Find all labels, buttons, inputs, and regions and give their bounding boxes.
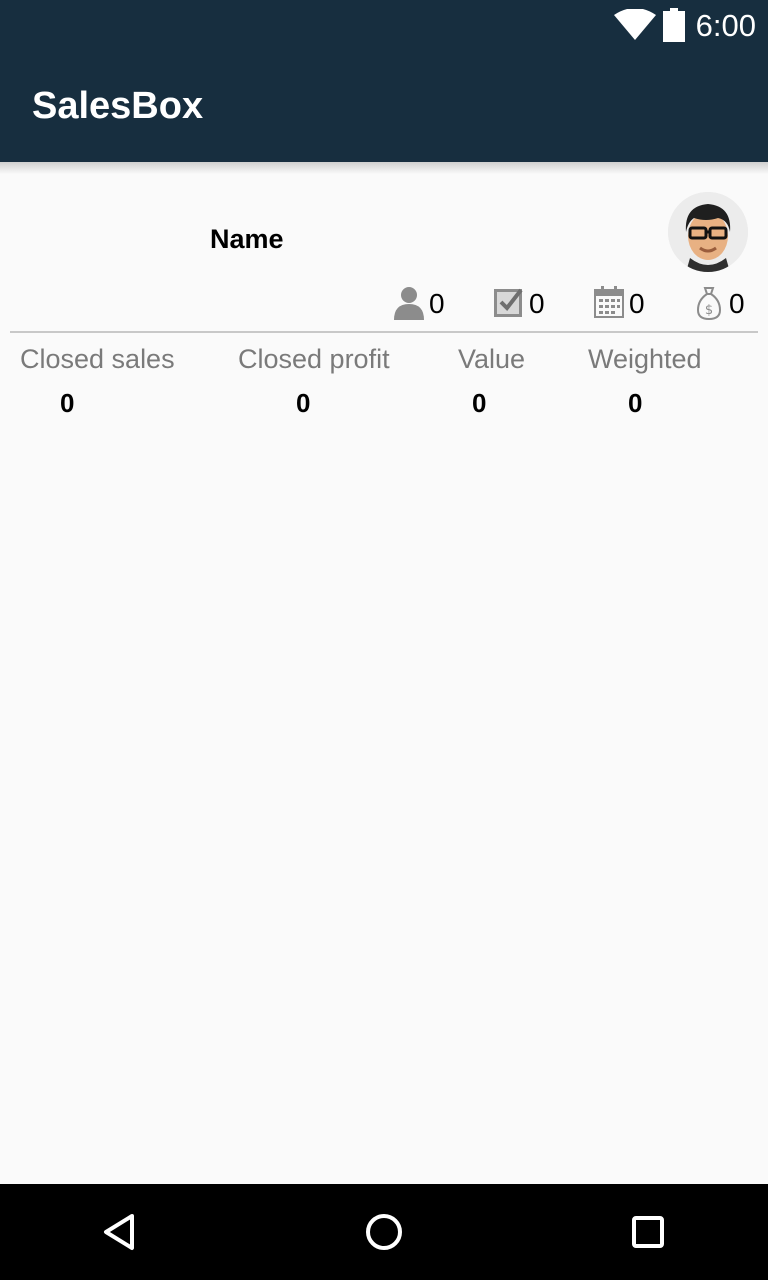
metric-closed-profit: Closed profit 0 xyxy=(238,342,438,418)
status-bar: 6:00 xyxy=(0,0,768,50)
status-time: 6:00 xyxy=(695,8,756,43)
metric-closed-sales: Closed sales 0 xyxy=(20,342,220,418)
app-bar: SalesBox xyxy=(0,50,768,162)
navigation-bar xyxy=(0,1184,768,1280)
metric-label: Closed profit xyxy=(238,344,390,374)
calendar-icon xyxy=(594,286,624,318)
stat-deals-count: 0 xyxy=(729,288,745,319)
metric-value: 0 xyxy=(472,388,487,418)
metric-label: Closed sales xyxy=(20,344,175,374)
stat-contacts-count: 0 xyxy=(429,288,445,319)
stat-tasks-count: 0 xyxy=(529,288,545,319)
home-icon[interactable] xyxy=(360,1208,408,1256)
profile-name: Name xyxy=(210,224,284,254)
avatar[interactable] xyxy=(668,192,748,272)
back-icon[interactable] xyxy=(96,1208,144,1256)
metric-value: 0 xyxy=(628,388,643,418)
money-bag-icon: $ xyxy=(697,287,721,320)
divider xyxy=(10,331,758,333)
metric-label: Weighted xyxy=(588,344,702,374)
metric-weighted: Weighted 0 xyxy=(588,342,768,418)
person-icon xyxy=(394,287,424,320)
recents-icon[interactable] xyxy=(624,1208,672,1256)
app-bar-shadow xyxy=(0,162,768,174)
stat-meetings-count: 0 xyxy=(629,288,645,319)
battery-icon xyxy=(663,8,685,42)
metric-value: 0 xyxy=(296,388,311,418)
metric-value: 0 xyxy=(60,388,75,418)
task-check-icon xyxy=(494,288,523,317)
app-title: SalesBox xyxy=(32,85,204,127)
svg-text:$: $ xyxy=(705,303,713,318)
wifi-icon xyxy=(614,9,656,40)
avatar-icon xyxy=(668,192,748,272)
